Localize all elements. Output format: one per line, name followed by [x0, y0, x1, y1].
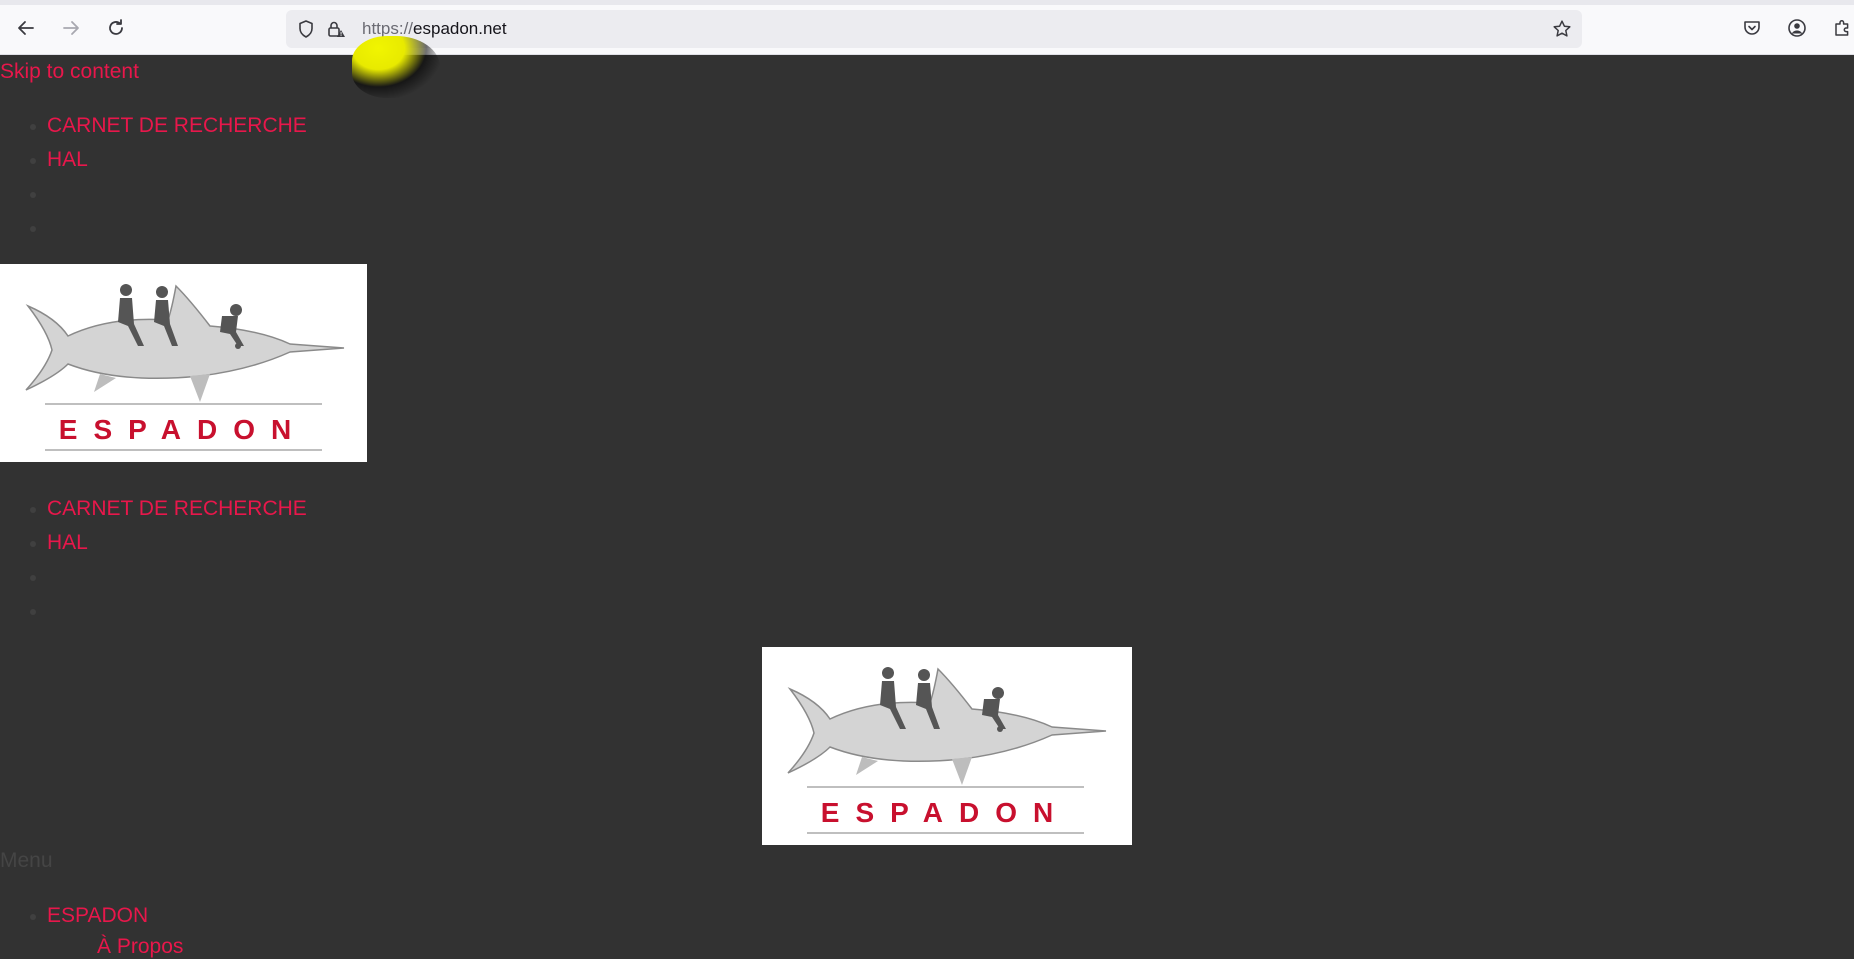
site-logo[interactable]: ESPADON — [0, 264, 367, 462]
logo-wordmark: ESPADON — [821, 797, 1069, 828]
menu-link-a-propos[interactable]: À Propos — [97, 935, 183, 958]
nav-link-carnet[interactable]: CARNET DE RECHERCHE — [47, 497, 307, 520]
main-menu-list: ESPADON — [0, 899, 148, 933]
nav-item: HAL — [30, 143, 307, 177]
nav-item: CARNET DE RECHERCHE — [30, 109, 307, 143]
forward-button[interactable] — [55, 12, 87, 44]
back-button[interactable] — [10, 12, 42, 44]
shield-icon[interactable] — [296, 19, 316, 39]
page-content: Skip to content CARNET DE RECHERCHE HAL … — [0, 55, 1854, 959]
nav-item: CARNET DE RECHERCHE — [30, 492, 307, 526]
nav-link-carnet[interactable]: CARNET DE RECHERCHE — [47, 114, 307, 137]
pocket-icon — [1744, 21, 1760, 35]
extensions-button[interactable] — [1826, 12, 1854, 44]
menu-item: ESPADON — [29, 899, 148, 933]
back-arrow-icon — [18, 21, 34, 35]
pocket-button[interactable] — [1736, 12, 1768, 44]
logo-wordmark: ESPADON — [59, 414, 307, 445]
nav-item-empty — [30, 560, 307, 594]
nav-link-hal[interactable]: HAL — [47, 531, 88, 554]
center-logo[interactable]: ESPADON — [762, 647, 1132, 845]
nav-item-empty — [30, 594, 307, 628]
account-icon — [1788, 19, 1806, 37]
swordfish-logo-image: ESPADON — [25, 284, 345, 451]
menu-link-espadon[interactable]: ESPADON — [47, 904, 148, 927]
address-bar[interactable]: https://espadon.net — [286, 10, 1582, 48]
account-button[interactable] — [1781, 12, 1813, 44]
submenu-item: À Propos — [97, 935, 183, 959]
swordfish-logo-image: ESPADON — [787, 667, 1107, 834]
reload-button[interactable] — [100, 12, 132, 44]
extensions-icon — [1835, 19, 1849, 36]
menu-toggle[interactable]: Menu — [0, 849, 53, 873]
url-host: espadon.net — [413, 19, 507, 38]
lock-warning-icon[interactable] — [326, 19, 346, 39]
tab-strip — [0, 0, 1854, 5]
nav-link-hal[interactable]: HAL — [47, 148, 88, 171]
top-nav-list: CARNET DE RECHERCHE HAL — [0, 109, 307, 245]
forward-arrow-icon — [63, 21, 79, 35]
nav-item-empty — [30, 177, 307, 211]
secondary-nav-list: CARNET DE RECHERCHE HAL — [0, 492, 307, 628]
star-icon[interactable] — [1552, 19, 1572, 39]
skip-to-content-link[interactable]: Skip to content — [0, 60, 139, 84]
reload-icon — [109, 19, 123, 35]
nav-item: HAL — [30, 526, 307, 560]
browser-toolbar: https://espadon.net — [0, 0, 1854, 55]
nav-item-empty — [30, 211, 307, 245]
